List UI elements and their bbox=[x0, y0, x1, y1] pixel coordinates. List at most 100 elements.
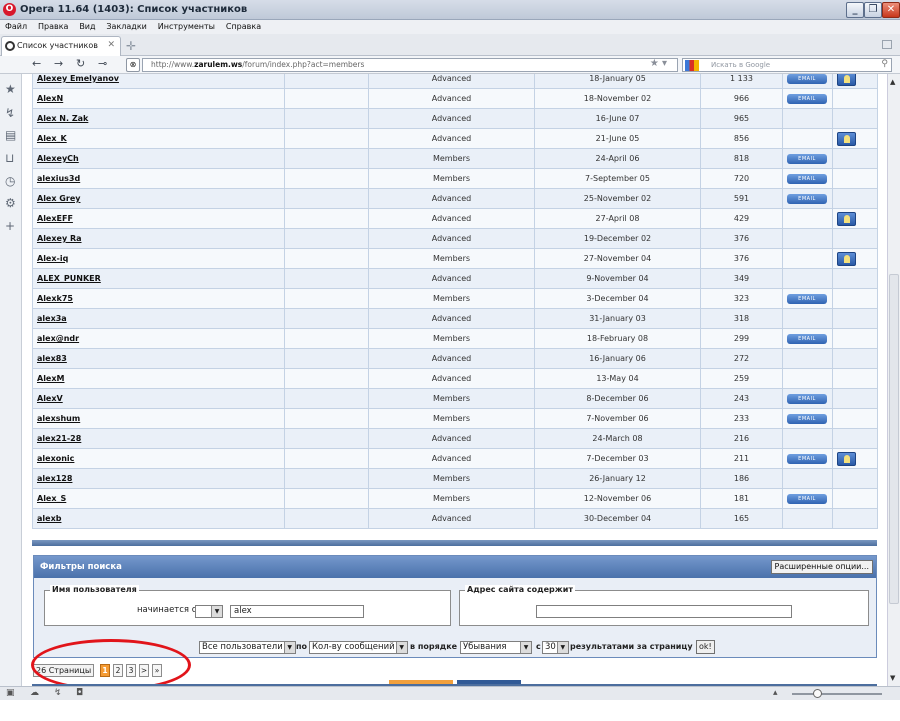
sort-order-select[interactable]: Убывания bbox=[460, 641, 532, 654]
new-tab-icon[interactable]: ✛ bbox=[126, 39, 136, 53]
menu-file[interactable]: Файл bbox=[5, 20, 27, 34]
search-icon[interactable]: ⚲ bbox=[881, 59, 888, 69]
ok-button[interactable]: ok! bbox=[696, 640, 715, 654]
member-name-link[interactable]: Alexey Ra bbox=[32, 228, 285, 249]
member-name-link[interactable]: alex@ndr bbox=[32, 328, 285, 349]
settings-gear-icon[interactable]: ⚙ bbox=[5, 196, 16, 210]
member-name-link[interactable]: Alex Grey bbox=[32, 188, 285, 209]
add-panel-icon[interactable]: + bbox=[5, 219, 15, 233]
sort-key-select[interactable]: Кол-ву сообщений bbox=[309, 641, 408, 654]
email-button[interactable]: EMAIL bbox=[787, 153, 827, 164]
next-page-link[interactable]: > bbox=[139, 664, 149, 677]
address-field[interactable]: ⊗ http://www.zarulem.ws/forum/index.php?… bbox=[126, 58, 678, 72]
email-button[interactable]: EMAIL bbox=[787, 74, 827, 84]
unite-icon[interactable]: ↯ bbox=[5, 106, 15, 120]
search-field[interactable]: Искать в Google ⚲ bbox=[682, 58, 892, 72]
zoom-slider[interactable] bbox=[792, 693, 882, 695]
match-mode-select[interactable] bbox=[195, 605, 223, 618]
member-name-link[interactable]: alex128 bbox=[32, 468, 285, 489]
email-button[interactable]: EMAIL bbox=[787, 393, 827, 404]
member-name-link[interactable]: alexb bbox=[32, 508, 285, 529]
member-pm-cell bbox=[832, 128, 878, 149]
per-page-label: результатами за страницу bbox=[570, 642, 693, 651]
forward-icon[interactable]: → bbox=[54, 57, 63, 70]
bookmark-star-icon[interactable]: ★ ▾ bbox=[650, 58, 667, 69]
private-message-icon[interactable] bbox=[837, 451, 856, 466]
private-message-icon[interactable] bbox=[837, 74, 856, 86]
window-list-icon[interactable] bbox=[882, 40, 892, 49]
private-message-icon[interactable] bbox=[837, 131, 856, 146]
member-joined-date: 30-December 04 bbox=[534, 508, 701, 529]
google-icon[interactable] bbox=[685, 60, 699, 71]
website-input[interactable] bbox=[536, 605, 792, 618]
member-name-link[interactable]: alex21-28 bbox=[32, 428, 285, 449]
zoom-out-icon[interactable]: ▴ bbox=[773, 688, 778, 698]
member-name-link[interactable]: Alex N. Zak bbox=[32, 108, 285, 129]
last-page-link[interactable]: » bbox=[152, 664, 162, 677]
member-name-link[interactable]: Alexey Emelyanov bbox=[32, 74, 285, 89]
member-name-link[interactable]: alexonic bbox=[32, 448, 285, 469]
member-name-link[interactable]: AlexN bbox=[32, 88, 285, 109]
page-count-button[interactable]: 26 Страницы bbox=[33, 664, 95, 677]
member-name-link[interactable]: alexius3d bbox=[32, 168, 285, 189]
member-group-select[interactable]: Все пользователи bbox=[199, 641, 296, 654]
menu-tools[interactable]: Инструменты bbox=[158, 20, 215, 34]
member-name-link[interactable]: ALEX_PUNKER bbox=[32, 268, 285, 289]
member-name-link[interactable]: Alexk75 bbox=[32, 288, 285, 309]
email-button[interactable]: EMAIL bbox=[787, 333, 827, 344]
turbo-cloud-icon[interactable]: ☁ bbox=[30, 688, 39, 698]
page-3-link[interactable]: 3 bbox=[126, 664, 136, 677]
menu-help[interactable]: Справка bbox=[226, 20, 261, 34]
email-button[interactable]: EMAIL bbox=[787, 173, 827, 184]
unite-status-icon[interactable]: ↯ bbox=[54, 688, 62, 698]
menu-edit[interactable]: Правка bbox=[38, 20, 68, 34]
downloads-icon[interactable]: ⊔ bbox=[5, 151, 14, 165]
member-name-link[interactable]: AlexeyCh bbox=[32, 148, 285, 169]
advanced-options-button[interactable]: Расширенные опции... bbox=[770, 560, 873, 574]
member-joined-date: 27-November 04 bbox=[534, 248, 701, 269]
email-button[interactable]: EMAIL bbox=[787, 413, 827, 424]
username-input[interactable]: alex bbox=[230, 605, 364, 618]
reload-icon[interactable]: ↻ bbox=[76, 57, 85, 70]
email-button[interactable]: EMAIL bbox=[787, 93, 827, 104]
member-name-link[interactable]: alexshum bbox=[32, 408, 285, 429]
member-name-link[interactable]: Alex_K bbox=[32, 128, 285, 149]
member-name-link[interactable]: Alex-iq bbox=[32, 248, 285, 269]
scroll-down-icon[interactable]: ▼ bbox=[890, 674, 895, 682]
panel-toggle-icon[interactable]: ▣ bbox=[6, 688, 15, 698]
page-2-link[interactable]: 2 bbox=[113, 664, 123, 677]
key-icon[interactable]: ⊸ bbox=[98, 57, 107, 70]
per-page-select[interactable]: 30 bbox=[542, 641, 569, 654]
email-button[interactable]: EMAIL bbox=[787, 293, 827, 304]
member-name-link[interactable]: AlexV bbox=[32, 388, 285, 409]
back-icon[interactable]: ← bbox=[32, 57, 41, 70]
private-message-icon[interactable] bbox=[837, 251, 856, 266]
tab-members[interactable]: Список участников ✕ bbox=[1, 36, 121, 56]
zoom-slider-knob[interactable] bbox=[813, 689, 822, 698]
minimize-button[interactable]: _ bbox=[846, 2, 864, 18]
email-button[interactable]: EMAIL bbox=[787, 453, 827, 464]
email-button[interactable]: EMAIL bbox=[787, 193, 827, 204]
menu-bookmarks[interactable]: Закладки bbox=[106, 20, 146, 34]
menu-view[interactable]: Вид bbox=[79, 20, 95, 34]
email-button[interactable]: EMAIL bbox=[787, 493, 827, 504]
maximize-button[interactable]: ❐ bbox=[864, 2, 882, 18]
member-name-link[interactable]: alex83 bbox=[32, 348, 285, 369]
scroll-thumb[interactable] bbox=[889, 274, 899, 604]
scroll-up-icon[interactable]: ▲ bbox=[890, 78, 895, 86]
site-info-icon[interactable]: ⊗ bbox=[126, 58, 140, 72]
tab-close-icon[interactable]: ✕ bbox=[107, 40, 115, 50]
member-joined-date: 16-January 06 bbox=[534, 348, 701, 369]
bookmarks-star-icon[interactable]: ★ bbox=[5, 82, 16, 96]
close-button[interactable]: ✕ bbox=[882, 2, 900, 18]
member-name-link[interactable]: Alex_S bbox=[32, 488, 285, 509]
vertical-scrollbar[interactable]: ▲ ▼ bbox=[887, 74, 900, 686]
camera-icon[interactable]: ◘ bbox=[76, 688, 83, 698]
page-1-link[interactable]: 1 bbox=[100, 664, 110, 677]
history-icon[interactable]: ◷ bbox=[5, 174, 15, 188]
private-message-icon[interactable] bbox=[837, 211, 856, 226]
member-name-link[interactable]: AlexM bbox=[32, 368, 285, 389]
member-name-link[interactable]: alex3a bbox=[32, 308, 285, 329]
member-name-link[interactable]: AlexEFF bbox=[32, 208, 285, 229]
notes-icon[interactable]: ▤ bbox=[5, 128, 16, 142]
